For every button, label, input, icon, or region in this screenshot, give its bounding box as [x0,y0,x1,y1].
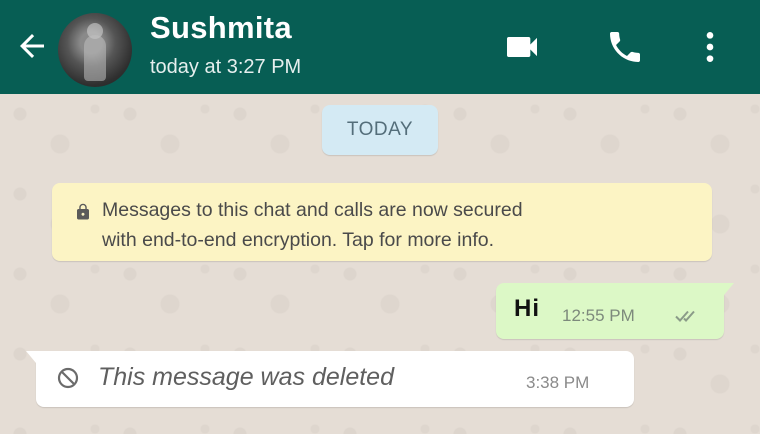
back-arrow-icon[interactable] [14,28,50,64]
contact-name[interactable]: Sushmita [150,10,292,46]
deleted-message-text: This message was deleted [98,363,394,391]
last-seen-status: today at 3:27 PM [150,56,302,78]
phone-icon[interactable] [603,27,647,67]
encryption-notice[interactable]: Messages to this chat and calls are now … [52,183,712,261]
message-time: 12:55 PM [562,306,635,325]
encryption-notice-line-2: with end-to-end encryption. Tap for more… [102,229,495,251]
more-vert-icon[interactable] [690,27,730,67]
incoming-deleted-message[interactable]: This message was deleted 3:38 PM [26,351,634,407]
lock-icon [77,203,89,220]
video-call-icon[interactable] [500,27,544,67]
avatar[interactable] [58,13,132,87]
avatar-figure [84,35,106,81]
double-check-read-icon [675,310,695,322]
deleted-message-icon [57,367,79,389]
outgoing-message[interactable]: Hi 12:55 PM [496,283,734,339]
encryption-notice-line-1: Messages to this chat and calls are now … [102,199,523,221]
date-divider: TODAY [322,105,438,155]
chat-header: Sushmita today at 3:27 PM [0,0,760,94]
message-text: Hi [514,295,540,322]
message-time: 3:38 PM [526,373,590,392]
